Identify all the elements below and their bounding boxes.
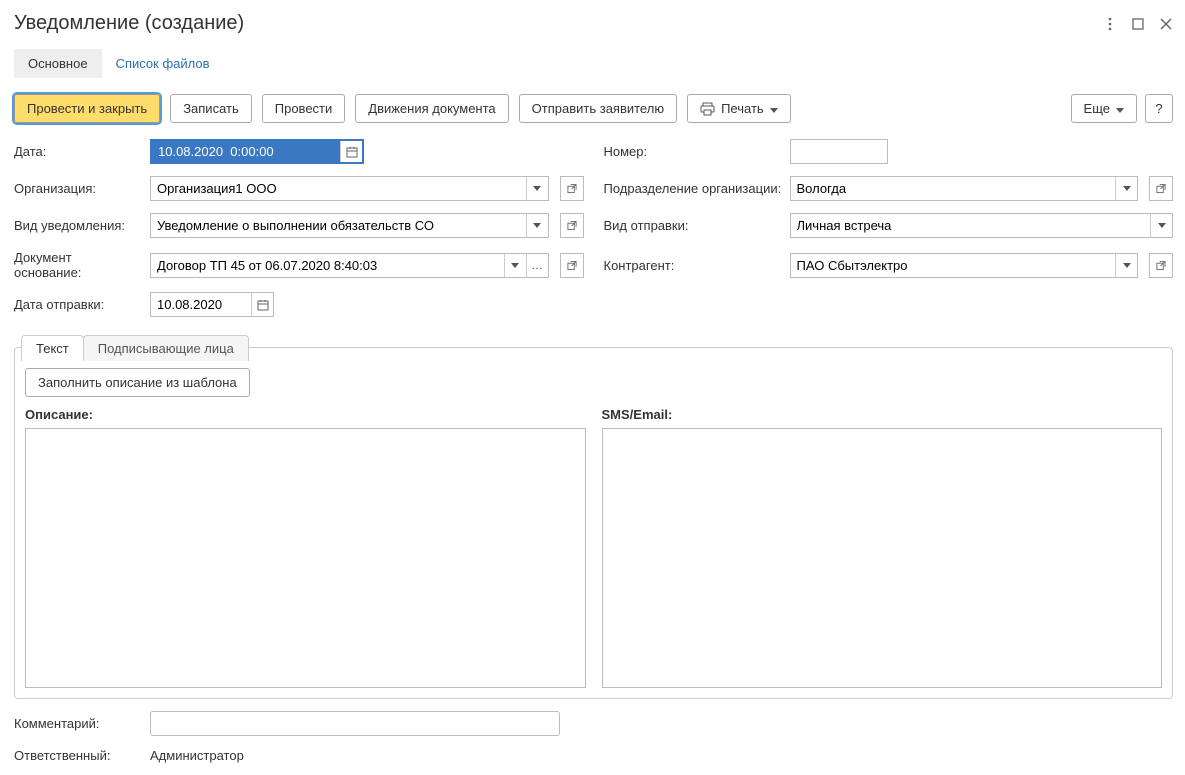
dropdown-icon[interactable] [1150,214,1172,237]
kebab-menu-icon[interactable] [1103,17,1117,31]
send-type-input[interactable] [791,214,1151,237]
department-label: Подразделение организации: [604,181,782,196]
help-button[interactable]: ? [1145,94,1173,123]
responsible-label: Ответственный: [14,748,142,763]
number-input[interactable] [790,139,888,164]
open-icon[interactable] [1149,253,1173,278]
chevron-down-icon [1116,100,1124,117]
open-icon[interactable] [560,176,584,201]
organization-label: Организация: [14,181,142,196]
movements-button[interactable]: Движения документа [355,94,508,123]
department-input[interactable] [791,177,1116,200]
dropdown-icon[interactable] [1115,254,1137,277]
dropdown-icon[interactable] [526,214,548,237]
chevron-down-icon [770,100,778,117]
dropdown-icon[interactable] [504,254,526,277]
calendar-icon[interactable] [251,293,273,316]
sms-email-label: SMS/Email: [602,407,1163,422]
fill-from-template-button[interactable]: Заполнить описание из шаблона [25,368,250,397]
open-icon[interactable] [560,253,584,278]
post-button[interactable]: Провести [262,94,346,123]
save-button[interactable]: Записать [170,94,252,123]
open-icon[interactable] [1149,176,1173,201]
notification-type-input[interactable] [151,214,526,237]
notification-type-label: Вид уведомления: [14,218,142,233]
send-date-input[interactable] [151,293,251,316]
print-button[interactable]: Печать [687,94,791,123]
select-icon[interactable]: … [526,254,548,277]
tab-text[interactable]: Текст [21,335,84,361]
print-label: Печать [721,100,764,117]
dropdown-icon[interactable] [1115,177,1137,200]
post-and-close-button[interactable]: Провести и закрыть [14,94,160,123]
send-to-applicant-button[interactable]: Отправить заявителю [519,94,677,123]
more-button[interactable]: Еще [1071,94,1137,123]
close-icon[interactable] [1159,17,1173,31]
responsible-value: Администратор [150,748,244,763]
description-textarea[interactable] [25,428,586,688]
description-label: Описание: [25,407,586,422]
comment-label: Комментарий: [14,716,142,731]
send-date-label: Дата отправки: [14,297,142,312]
sms-email-textarea[interactable] [602,428,1163,688]
comment-input[interactable] [150,711,560,736]
counterparty-label: Контрагент: [604,258,782,273]
nav-tab-main[interactable]: Основное [14,49,102,78]
nav-tab-files[interactable]: Список файлов [102,49,224,78]
maximize-icon[interactable] [1131,17,1145,31]
tab-signers[interactable]: Подписывающие лица [83,335,249,361]
more-label: Еще [1084,100,1110,117]
calendar-icon[interactable] [340,141,362,162]
open-icon[interactable] [560,213,584,238]
printer-icon [700,102,715,116]
dropdown-icon[interactable] [526,177,548,200]
organization-input[interactable] [151,177,526,200]
page-title: Уведомление (создание) [14,12,244,35]
send-type-label: Вид отправки: [604,218,782,233]
basis-document-label: Документ основание: [14,250,142,280]
date-label: Дата: [14,144,142,159]
basis-document-input[interactable] [151,254,504,277]
number-label: Номер: [604,144,782,159]
date-input[interactable] [152,141,340,162]
counterparty-input[interactable] [791,254,1116,277]
